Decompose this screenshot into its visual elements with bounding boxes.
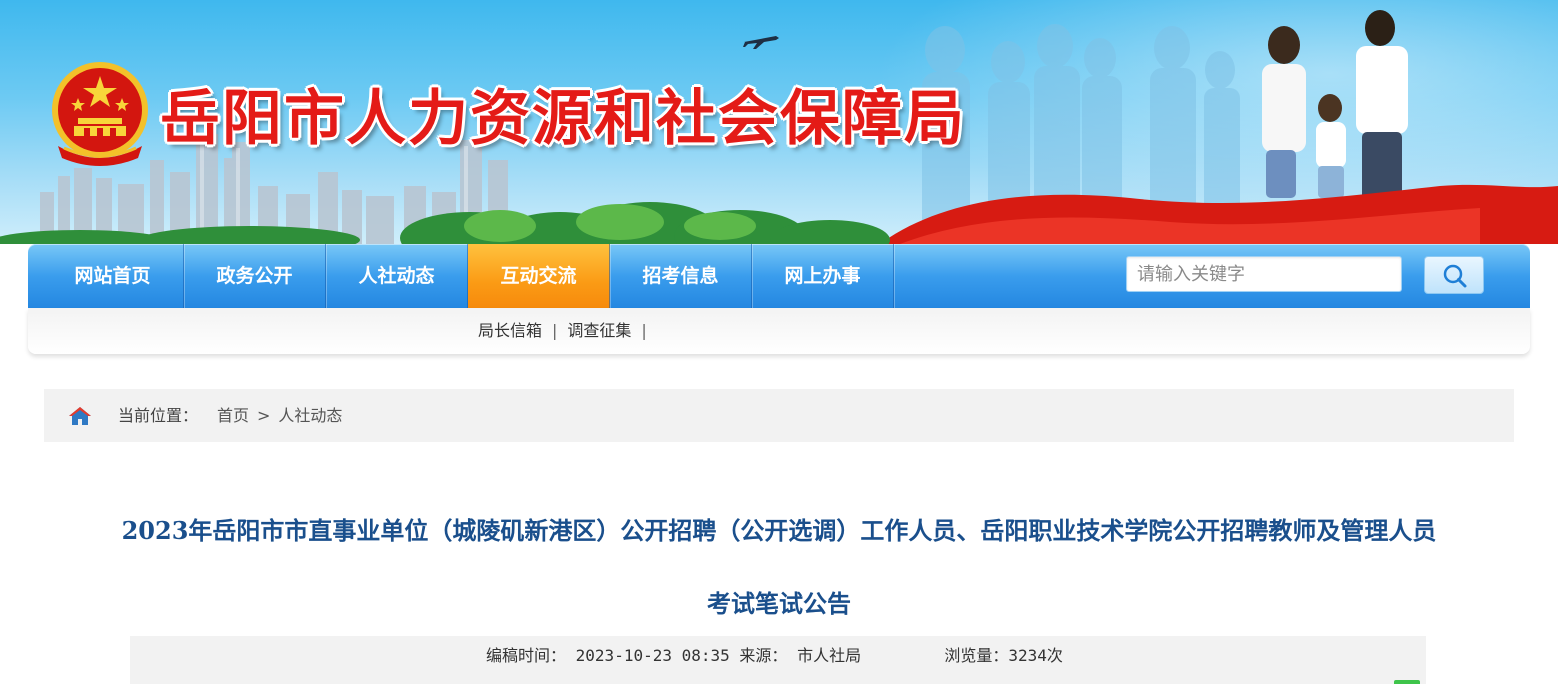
breadcrumb-arrow: > xyxy=(257,406,271,425)
nav-item-hr-news[interactable]: 人社动态 xyxy=(326,244,468,308)
subnav-separator: | xyxy=(641,321,647,340)
meta-views: 3234次 xyxy=(1008,646,1063,665)
meta-date-label: 编稿时间： xyxy=(486,646,567,665)
nav-item-recruitment[interactable]: 招考信息 xyxy=(610,244,752,308)
breadcrumb-path: 首页 > 人社动态 xyxy=(217,389,342,442)
national-emblem-icon xyxy=(52,62,148,166)
search-button[interactable] xyxy=(1424,256,1484,294)
nav-item-interaction[interactable]: 互动交流 xyxy=(468,244,610,308)
article-meta-bar: 编稿时间： 2023-10-23 08:35 来源： 市人社局 浏览量：3234… xyxy=(130,636,1426,684)
sub-navbar: 局长信箱 | 调查征集 | xyxy=(28,308,1530,354)
airplane-icon xyxy=(743,36,779,49)
subnav-links: 局长信箱 | 调查征集 | xyxy=(478,308,657,354)
subnav-link-survey[interactable]: 调查征集 xyxy=(567,321,631,340)
nav-menu: 网站首页 政务公开 人社动态 互动交流 招考信息 网上办事 xyxy=(42,244,894,308)
main-content: 当前位置： 首页 > 人社动态 2023年岳阳市市直事业单位（城陵矶新港区）公开招聘… xyxy=(28,374,1530,684)
home-icon xyxy=(69,407,91,425)
site-title: 岳阳市人力资源和社会保障局 xyxy=(160,84,966,154)
green-indicator xyxy=(1394,680,1420,684)
nav-item-online-services[interactable]: 网上办事 xyxy=(752,244,894,308)
breadcrumb-home-link[interactable]: 首页 xyxy=(217,406,249,425)
nav-item-home[interactable]: 网站首页 xyxy=(42,244,184,308)
main-navbar: 网站首页 政务公开 人社动态 互动交流 招考信息 网上办事 xyxy=(28,244,1530,308)
breadcrumb-label: 当前位置： xyxy=(118,406,199,425)
subnav-separator: | xyxy=(552,321,558,340)
breadcrumb-hr-news-link[interactable]: 人社动态 xyxy=(278,406,342,425)
nav-item-government-affairs[interactable]: 政务公开 xyxy=(184,244,326,308)
subnav-link-director-mailbox[interactable]: 局长信箱 xyxy=(478,321,542,340)
article-title-line1: 2023年岳阳市市直事业单位（城陵矶新港区）公开招聘（公开选调）工作人员、岳阳职… xyxy=(121,516,1437,545)
header-banner: 岳阳市人力资源和社会保障局 xyxy=(0,0,1558,244)
article-title-line2: 考试笔试公告 xyxy=(707,589,851,618)
meta-date: 2023-10-23 08:35 xyxy=(575,646,730,665)
meta-source: 市人社局 xyxy=(797,646,862,665)
search-icon xyxy=(1443,264,1467,288)
article-meta: 编稿时间： 2023-10-23 08:35 来源： 市人社局 浏览量：3234… xyxy=(486,636,1063,676)
meta-views-label: 浏览量： xyxy=(944,646,1009,665)
breadcrumb: 当前位置： 首页 > 人社动态 xyxy=(44,389,1514,442)
meta-source-label: 来源： xyxy=(739,646,788,665)
search-input[interactable] xyxy=(1126,256,1402,292)
